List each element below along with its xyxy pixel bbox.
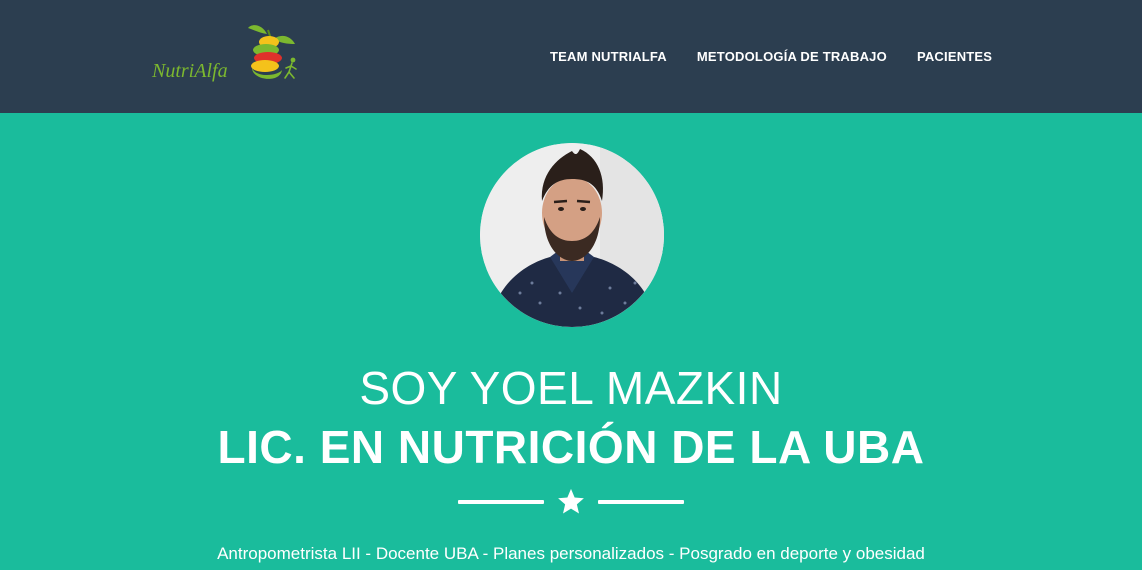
nutrialfa-logo-icon: NutriAlfa [151, 25, 297, 82]
nav-link-metodologia[interactable]: METODOLOGÍA DE TRABAJO [682, 49, 902, 64]
star-divider [0, 487, 1142, 517]
title-heading: LIC. EN NUTRICIÓN DE LA UBA [217, 421, 925, 473]
divider-line-right [598, 500, 684, 504]
star-icon [558, 488, 584, 514]
nav-link-pacientes[interactable]: PACIENTES [902, 49, 1007, 64]
profile-avatar [480, 143, 664, 327]
nav-link-team[interactable]: TEAM NUTRIALFA [535, 49, 682, 64]
top-navbar: NutriAlfa TEAM NUTRIALFA METODOLOGÍA DE … [0, 0, 1142, 113]
tagline: Antropometrista LII - Docente UBA - Plan… [217, 544, 925, 563]
nav-menu: TEAM NUTRIALFA METODOLOGÍA DE TRABAJO PA… [535, 0, 1007, 113]
name-heading: SOY YOEL MAZKIN [359, 362, 783, 414]
divider-line-left [458, 500, 544, 504]
masthead: SOY YOEL MAZKIN LIC. EN NUTRICIÓN DE LA … [0, 113, 1142, 570]
brand-logo[interactable]: NutriAlfa [150, 22, 300, 88]
svg-text:NutriAlfa: NutriAlfa [151, 60, 228, 82]
profile-photo-icon [480, 143, 664, 327]
